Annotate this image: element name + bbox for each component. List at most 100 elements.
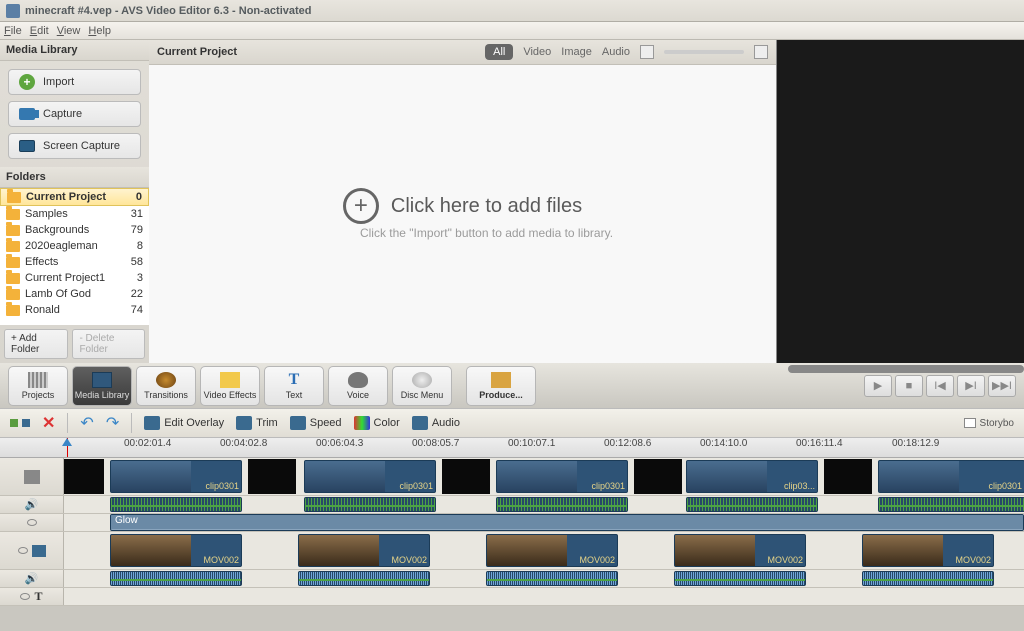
produce-button[interactable]: Produce...: [466, 366, 536, 406]
filter-image[interactable]: Image: [561, 46, 592, 58]
folder-count: 22: [131, 288, 143, 300]
filter-video[interactable]: Video: [523, 46, 551, 58]
undo-button[interactable]: ↶: [80, 413, 93, 433]
track-overlay-audio-header[interactable]: 🔊: [0, 570, 64, 587]
projects-button[interactable]: Projects: [8, 366, 68, 406]
clip-label: MOV002: [579, 555, 615, 565]
disc-menu-button[interactable]: Disc Menu: [392, 366, 452, 406]
screen-capture-button[interactable]: Screen Capture: [8, 133, 141, 159]
folder-item[interactable]: Effects58: [0, 254, 149, 270]
import-button[interactable]: + Import: [8, 69, 141, 95]
audio-clip[interactable]: [878, 497, 1024, 512]
video-clip[interactable]: clip0301: [110, 460, 242, 493]
play-button[interactable]: ▶: [864, 375, 892, 397]
end-button[interactable]: ▶▶I: [988, 375, 1016, 397]
speed-button[interactable]: Speed: [290, 416, 342, 430]
track-video-body[interactable]: clip0301 clip0301 clip0301 clip03... clip030…: [64, 458, 1024, 495]
text-button[interactable]: TText: [264, 366, 324, 406]
audio-clip[interactable]: [862, 571, 994, 586]
audio-clip[interactable]: [298, 571, 430, 586]
overlay-clip[interactable]: MOV002: [110, 534, 242, 567]
video-effects-button[interactable]: Video Effects: [200, 366, 260, 406]
track-overlay-header[interactable]: [0, 532, 64, 569]
track-video-header[interactable]: [0, 458, 64, 495]
folder-item[interactable]: Ronald74: [0, 302, 149, 318]
timeline-gap: [248, 459, 296, 494]
track-effect-body[interactable]: Glow: [64, 514, 1024, 531]
menu-edit[interactable]: Edit: [30, 25, 49, 37]
folder-item[interactable]: Backgrounds79: [0, 222, 149, 238]
video-clip[interactable]: clip0301: [304, 460, 436, 493]
capture-button[interactable]: Capture: [8, 101, 141, 127]
folder-item[interactable]: Current Project13: [0, 270, 149, 286]
current-project-title: Current Project: [157, 46, 237, 58]
media-filters: All Video Image Audio: [485, 44, 768, 60]
preview-scrub-bar[interactable]: [788, 365, 1024, 373]
track-video-audio: 🔊: [0, 496, 1024, 514]
view-mode-a-button[interactable]: [640, 45, 654, 59]
add-folder-button[interactable]: + Add Folder: [4, 329, 68, 359]
color-button[interactable]: Color: [354, 416, 400, 430]
overlay-clip[interactable]: MOV002: [486, 534, 618, 567]
trim-button[interactable]: Trim: [236, 416, 278, 430]
overlay-icon: [32, 545, 46, 557]
audio-clip[interactable]: [486, 571, 618, 586]
voice-button[interactable]: Voice: [328, 366, 388, 406]
media-library-button[interactable]: Media Library: [72, 366, 132, 406]
menu-view[interactable]: View: [57, 25, 81, 37]
folder-item[interactable]: Lamb Of God 22: [0, 286, 149, 302]
edit-overlay-button[interactable]: Edit Overlay: [144, 416, 224, 430]
add-files-title[interactable]: Click here to add files: [391, 195, 582, 218]
track-video-audio-body[interactable]: [64, 496, 1024, 513]
text-icon: T: [34, 589, 42, 604]
folder-item[interactable]: 2020eagleman8: [0, 238, 149, 254]
audio-clip[interactable]: [496, 497, 628, 512]
filter-all[interactable]: All: [485, 44, 513, 60]
split-icon[interactable]: [10, 415, 30, 431]
next-frame-button[interactable]: ▶I: [957, 375, 985, 397]
ruler-tick: 00:14:10.0: [700, 438, 747, 449]
audio-clip[interactable]: [110, 497, 242, 512]
track-video-audio-header[interactable]: 🔊: [0, 496, 64, 513]
folder-name: Lamb Of God: [25, 288, 91, 300]
track-overlay-audio-body[interactable]: [64, 570, 1024, 587]
track-text-header[interactable]: T: [0, 588, 64, 605]
overlay-clip[interactable]: MOV002: [298, 534, 430, 567]
audio-clip[interactable]: [674, 571, 806, 586]
audio-button[interactable]: Audio: [412, 416, 460, 430]
folder-item[interactable]: Current Project0: [0, 188, 149, 206]
overlay-clip[interactable]: MOV002: [674, 534, 806, 567]
redo-button[interactable]: ↷: [106, 413, 119, 433]
audio-clip[interactable]: [304, 497, 436, 512]
timeline-ruler[interactable]: 00:02:01.400:04:02.800:06:04.300:08:05.7…: [0, 438, 1024, 458]
playback-controls: ▶ ■ I◀ ▶I ▶▶I: [864, 375, 1016, 397]
waveform: [863, 579, 993, 581]
video-clip[interactable]: clip03...: [686, 460, 818, 493]
audio-clip[interactable]: [686, 497, 818, 512]
menu-help[interactable]: Help: [88, 25, 111, 37]
video-clip[interactable]: clip0301: [878, 460, 1024, 493]
cursor-marker[interactable]: [62, 438, 72, 446]
stop-button[interactable]: ■: [895, 375, 923, 397]
waveform: [305, 505, 435, 507]
folder-item[interactable]: Samples31: [0, 206, 149, 222]
prev-frame-button[interactable]: I◀: [926, 375, 954, 397]
track-text-body[interactable]: [64, 588, 1024, 605]
media-empty-state: + Click here to add files Click the "Imp…: [149, 65, 776, 363]
menu-file[interactable]: File: [4, 25, 22, 37]
track-effect-header[interactable]: [0, 514, 64, 531]
transitions-button[interactable]: Transitions: [136, 366, 196, 406]
audio-clip[interactable]: [110, 571, 242, 586]
video-clip[interactable]: clip0301: [496, 460, 628, 493]
overlay-clip[interactable]: MOV002: [862, 534, 994, 567]
view-mode-b-button[interactable]: [754, 45, 768, 59]
delete-button[interactable]: ✕: [42, 413, 55, 433]
filter-audio[interactable]: Audio: [602, 46, 630, 58]
delete-folder-button: - Delete Folder: [72, 329, 145, 359]
timeline: clip0301 clip0301 clip0301 clip03... clip030…: [0, 458, 1024, 606]
storyboard-toggle[interactable]: Storybo: [964, 418, 1014, 429]
track-overlay-body[interactable]: MOV002 MOV002 MOV002 MOV002 MOV002: [64, 532, 1024, 569]
folders-header: Folders: [0, 167, 149, 188]
add-files-icon[interactable]: +: [343, 188, 379, 224]
thumbnail-size-slider[interactable]: [664, 50, 744, 54]
